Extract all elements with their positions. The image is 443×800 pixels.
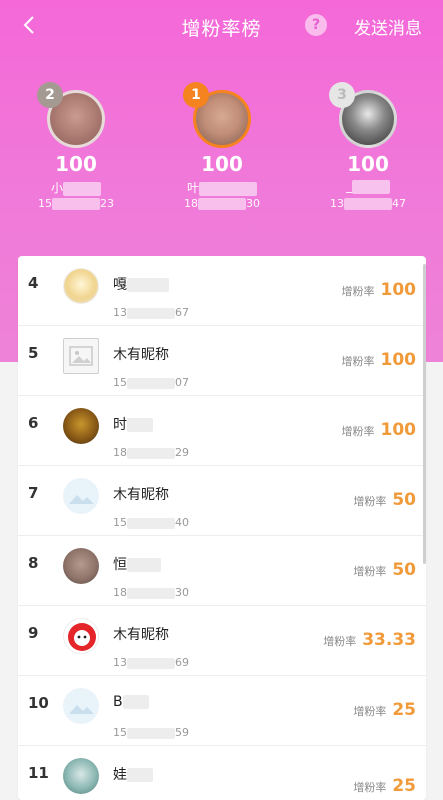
mountain-placeholder-icon [63, 688, 99, 724]
image-placeholder-icon [63, 338, 99, 374]
list-item[interactable]: 7 木有昵称 15 40 增粉率 50 [18, 466, 426, 536]
growth-rate: 增粉率 25 [353, 776, 416, 796]
name-label: B [113, 694, 149, 710]
growth-rate: 增粉率 100 [341, 350, 417, 370]
avatar [63, 548, 99, 584]
name-label: 嘎 [113, 274, 169, 294]
rank-number: 4 [28, 274, 39, 292]
name-label: _ [308, 179, 428, 195]
phone-label: 18 30 [113, 586, 189, 599]
podium-rank-1[interactable]: 1 100 叶 18 30 [162, 82, 282, 210]
growth-rate: 增粉率 33.33 [323, 630, 416, 650]
rank-number: 11 [28, 764, 49, 782]
phone-label: 13 67 [113, 306, 189, 319]
phone-label: 13 69 [113, 656, 189, 669]
podium-rank-3[interactable]: 3 100 _ 13 47 [308, 82, 428, 210]
phone-label: 18 30 [184, 197, 260, 210]
name-label: 木有昵称 [113, 487, 169, 503]
score: 100 [55, 152, 97, 176]
list-item[interactable]: 4 嘎 13 67 增粉率 100 [18, 256, 426, 326]
nav-bar: 增粉率榜 ? 发送消息 [0, 0, 443, 52]
phone-label: 15 59 [113, 726, 189, 739]
rank-badge: 1 [183, 82, 209, 108]
name-label: 木有昵称 [113, 347, 169, 363]
rank-number: 8 [28, 554, 39, 572]
phone-label: 13 47 [330, 197, 406, 210]
name-label: 恒 [113, 554, 161, 574]
growth-rate: 增粉率 25 [353, 700, 416, 720]
mountain-placeholder-icon [63, 478, 99, 514]
avatar [63, 758, 99, 794]
list-item[interactable]: 8 恒 18 30 增粉率 50 [18, 536, 426, 606]
rank-number: 7 [28, 484, 39, 502]
name-label: 小 [16, 179, 136, 196]
scrollbar[interactable] [423, 264, 426, 564]
avatar [63, 618, 99, 654]
name-label: 娃 [113, 764, 153, 784]
list-item[interactable]: 11 娃 增粉率 25 [18, 746, 426, 800]
ranking-list[interactable]: 4 嘎 13 67 增粉率 100 5 木有昵称 15 07 增粉率 100 6 时 1… [18, 256, 426, 800]
list-item[interactable]: 10 B 15 59 增粉率 25 [18, 676, 426, 746]
list-item[interactable]: 9 木有昵称 13 69 增粉率 33.33 [18, 606, 426, 676]
phone-label: 15 40 [113, 516, 189, 529]
rank-number: 10 [28, 694, 49, 712]
podium-rank-2[interactable]: 2 100 小 15 23 [16, 82, 136, 210]
rank-badge: 3 [329, 82, 355, 108]
avatar [63, 268, 99, 304]
name-label: 叶 [162, 179, 282, 196]
avatar [63, 408, 99, 444]
growth-rate: 增粉率 50 [353, 490, 416, 510]
growth-rate: 增粉率 100 [341, 420, 417, 440]
rank-badge: 2 [37, 82, 63, 108]
score: 100 [347, 152, 389, 176]
phone-label: 18 29 [113, 446, 189, 459]
question-icon[interactable]: ? [305, 14, 327, 36]
list-item[interactable]: 5 木有昵称 15 07 增粉率 100 [18, 326, 426, 396]
name-label: 木有昵称 [113, 627, 169, 643]
list-item[interactable]: 6 时 18 29 增粉率 100 [18, 396, 426, 466]
growth-rate: 增粉率 100 [341, 280, 417, 300]
phone-label: 15 07 [113, 376, 189, 389]
rank-number: 5 [28, 344, 39, 362]
rank-number: 6 [28, 414, 39, 432]
name-label: 时 [113, 414, 153, 434]
score: 100 [201, 152, 243, 176]
phone-label: 15 23 [38, 197, 114, 210]
rank-number: 9 [28, 624, 39, 642]
send-message-button[interactable]: 发送消息 [354, 14, 422, 39]
growth-rate: 增粉率 50 [353, 560, 416, 580]
